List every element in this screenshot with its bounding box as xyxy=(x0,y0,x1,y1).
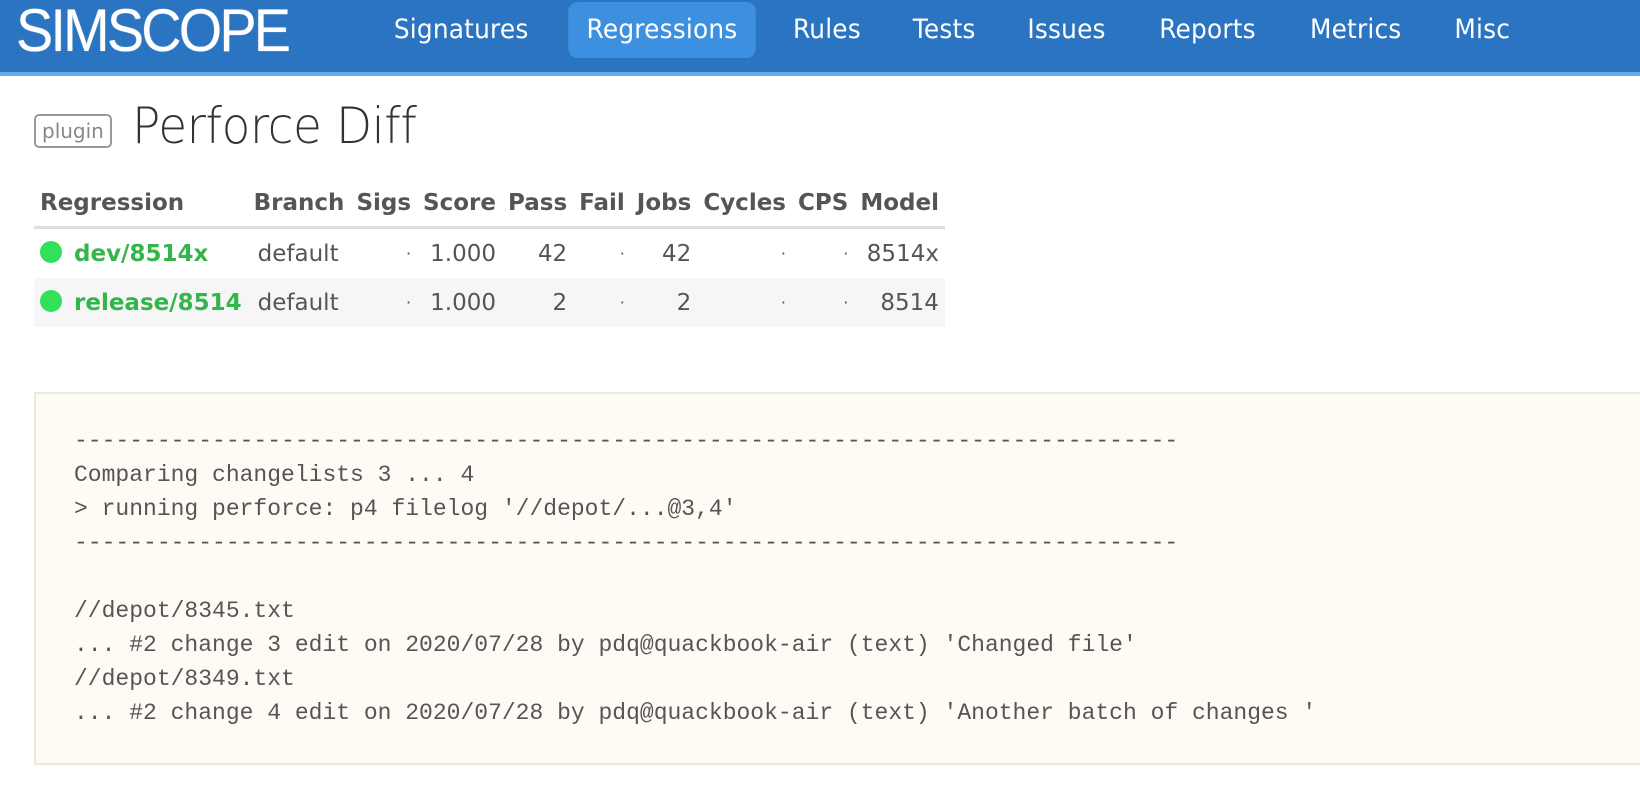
regression-table: Regression Branch Sigs Score Pass Fail J… xyxy=(34,180,945,327)
output-line: ----------------------------------------… xyxy=(74,530,1179,556)
page-header: plugin Perforce Diff xyxy=(34,96,434,156)
nav-metrics[interactable]: Metrics xyxy=(1292,2,1420,58)
output-line: //depot/8349.txt xyxy=(74,666,295,692)
main-nav: Signatures Regressions Rules Tests Issue… xyxy=(368,2,1538,58)
nav-signatures[interactable]: Signatures xyxy=(375,2,546,58)
fail-cell: · xyxy=(573,278,631,327)
jobs-cell: 42 xyxy=(662,240,692,267)
col-fail[interactable]: Fail xyxy=(573,180,631,229)
output-line: ... #2 change 4 edit on 2020/07/28 by pd… xyxy=(74,700,1317,726)
fail-cell: · xyxy=(619,244,625,263)
nav-misc[interactable]: Misc xyxy=(1436,2,1528,58)
cycles-cell: · xyxy=(697,278,792,327)
jobs-cell: 2 xyxy=(630,278,698,327)
branch-cell: default xyxy=(247,278,351,327)
regression-link[interactable]: dev/8514x xyxy=(74,241,208,267)
regression-cell: release/8514 xyxy=(34,278,248,327)
regression-link[interactable]: release/8514 xyxy=(74,290,242,316)
cycles-cell: · xyxy=(780,244,786,263)
model-cell: 8514x xyxy=(866,240,939,267)
pass-cell: 2 xyxy=(502,278,574,327)
model-cell: 8514 xyxy=(854,278,945,327)
brand-logo[interactable]: SIMSCOPE xyxy=(16,0,291,62)
table-row: dev/8514x default · 1.000 42 · 42 · · 85… xyxy=(34,228,945,279)
nav-reports[interactable]: Reports xyxy=(1141,2,1274,58)
nav-issues[interactable]: Issues xyxy=(1009,2,1124,58)
cps-cell: · xyxy=(792,278,855,327)
col-regression[interactable]: Regression xyxy=(34,180,248,229)
col-pass[interactable]: Pass xyxy=(502,180,574,229)
status-dot-icon xyxy=(40,240,62,263)
top-navbar: SIMSCOPE Signatures Regressions Rules Te… xyxy=(0,0,1640,76)
pass-cell: 42 xyxy=(537,240,568,267)
regression-cell: dev/8514x xyxy=(34,228,248,279)
output-line: ----------------------------------------… xyxy=(74,428,1179,454)
output-line: Comparing changelists 3 ... 4 xyxy=(74,462,475,488)
cps-cell: · xyxy=(843,244,849,263)
diff-output-panel: ----------------------------------------… xyxy=(34,392,1640,765)
table-header-row: Regression Branch Sigs Score Pass Fail J… xyxy=(34,180,945,229)
col-cycles[interactable]: Cycles xyxy=(697,180,792,229)
output-line: //depot/8345.txt xyxy=(74,598,295,624)
diff-output-text: ----------------------------------------… xyxy=(74,424,1316,730)
col-jobs[interactable]: Jobs xyxy=(630,180,698,229)
col-model[interactable]: Model xyxy=(854,180,945,229)
nav-regressions[interactable]: Regressions xyxy=(568,2,757,58)
nav-rules[interactable]: Rules xyxy=(775,2,880,58)
output-line: > running perforce: p4 filelog '//depot/… xyxy=(74,496,737,522)
page-title: Perforce Diff xyxy=(131,97,417,155)
score-cell: 1.000 xyxy=(430,240,496,267)
sigs-cell: · xyxy=(350,278,418,327)
col-score[interactable]: Score xyxy=(417,180,502,229)
col-cps[interactable]: CPS xyxy=(792,180,855,229)
output-line: ... #2 change 3 edit on 2020/07/28 by pd… xyxy=(74,632,1137,658)
col-branch[interactable]: Branch xyxy=(247,180,351,229)
nav-tests[interactable]: Tests xyxy=(894,2,994,58)
branch-cell: default xyxy=(257,240,339,267)
status-dot-icon xyxy=(40,289,62,312)
table-row: release/8514 default · 1.000 2 · 2 · · 8… xyxy=(34,278,945,327)
col-sigs[interactable]: Sigs xyxy=(350,180,418,229)
plugin-badge: plugin xyxy=(34,114,112,148)
sigs-cell: · xyxy=(405,244,412,263)
score-cell: 1.000 xyxy=(417,278,502,327)
